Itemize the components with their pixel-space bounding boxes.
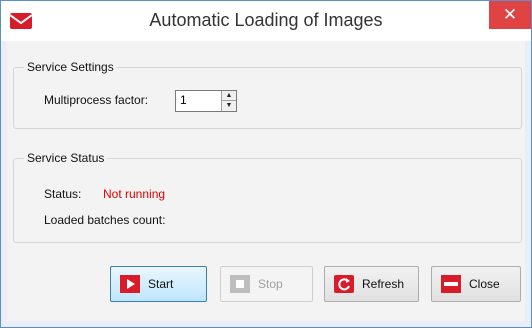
status-label: Status: [44, 187, 82, 201]
refresh-label: Refresh [362, 277, 405, 291]
stepper-down-icon[interactable]: ▼ [222, 101, 236, 111]
service-status-title: Service Status [24, 151, 108, 165]
stop-label: Stop [258, 277, 283, 291]
multiprocess-label: Multiprocess factor: [44, 93, 149, 107]
refresh-icon [334, 275, 354, 293]
service-status-group: Service Status [13, 151, 522, 243]
service-settings-title: Service Settings [24, 60, 117, 74]
stop-icon [230, 275, 250, 293]
loaded-batches-label: Loaded batches count: [44, 213, 166, 227]
dialog-content: Service Settings Multiprocess factor: 1 … [7, 41, 525, 321]
stop-button[interactable]: Stop [220, 266, 313, 302]
multiprocess-stepper[interactable]: 1 ▲ ▼ [175, 90, 237, 112]
play-icon [120, 275, 140, 293]
close-label: Close [469, 277, 500, 291]
status-value: Not running [103, 187, 166, 201]
stepper-up-icon[interactable]: ▲ [222, 91, 236, 101]
start-label: Start [148, 277, 174, 291]
minus-icon [441, 275, 461, 293]
stepper-buttons: ▲ ▼ [221, 91, 236, 111]
start-button[interactable]: Start [110, 266, 207, 302]
title-bar[interactable]: Automatic Loading of Images ✕ [1, 1, 531, 41]
window-close-button[interactable]: ✕ [489, 1, 531, 29]
close-button[interactable]: Close [431, 266, 521, 302]
refresh-button[interactable]: Refresh [324, 266, 419, 302]
window-title: Automatic Loading of Images [149, 10, 383, 30]
app-window: Automatic Loading of Images ✕ Service Se… [0, 0, 532, 328]
multiprocess-value[interactable]: 1 [180, 93, 187, 107]
